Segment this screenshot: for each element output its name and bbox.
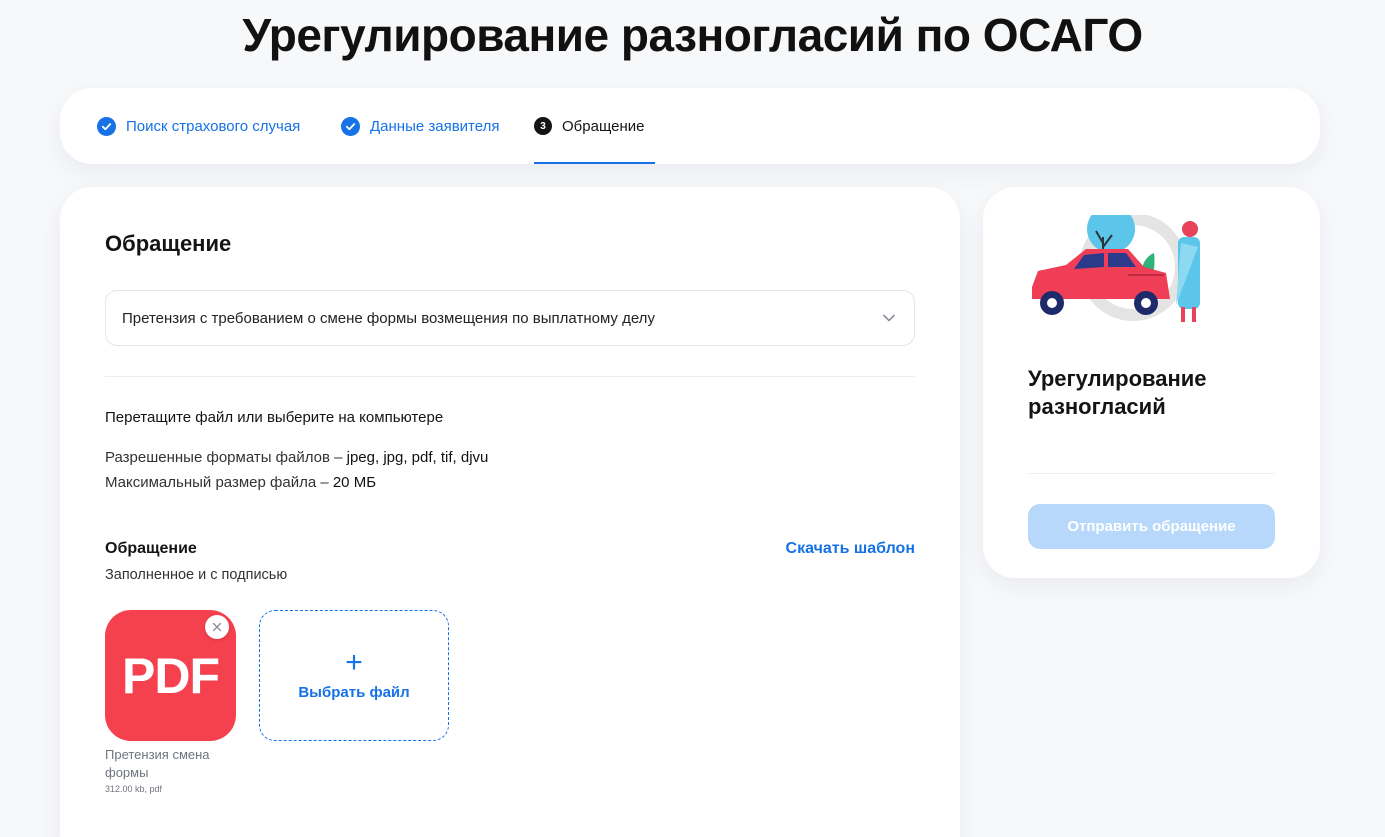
document-title: Обращение — [105, 540, 197, 557]
close-icon — [212, 622, 222, 632]
upload-hint: Перетащите файл или выберите на компьюте… — [105, 409, 444, 426]
stepper: Поиск страхового случая Данные заявителя… — [60, 88, 1320, 164]
chevron-down-icon — [882, 311, 896, 329]
check-circle-icon — [341, 116, 360, 136]
form-title: Обращение — [105, 231, 232, 256]
download-template-link[interactable]: Скачать шаблон — [786, 540, 915, 558]
choose-file-button[interactable]: + Выбрать файл — [259, 610, 449, 741]
page-title: Урегулирование разногласий по ОСАГО — [242, 9, 1143, 61]
remove-file-button[interactable] — [205, 615, 229, 639]
step-request[interactable]: 3 Обращение — [534, 88, 655, 164]
request-form-card: Обращение Претензия с требованием о смен… — [60, 187, 960, 837]
car-accident-illustration — [1028, 205, 1208, 335]
file-meta: 312.00 kb, pdf — [105, 784, 163, 794]
submit-request-button[interactable]: Отправить обращение — [1028, 504, 1275, 549]
max-size-label: Максимальный размер файла – — [105, 474, 333, 491]
summary-title: Урегулирование разногласий — [1028, 366, 1207, 419]
file-name: Претензия смена формы — [105, 747, 210, 780]
request-type-select[interactable]: Претензия с требованием о смене формы во… — [105, 290, 915, 346]
choose-file-label: Выбрать файл — [298, 684, 410, 701]
request-type-value: Претензия с требованием о смене формы во… — [122, 309, 655, 327]
summary-card: Урегулирование разногласий Отправить обр… — [983, 187, 1320, 578]
formats-label: Разрешенные форматы файлов – — [105, 449, 347, 466]
allowed-formats: Разрешенные форматы файлов – jpeg, jpg, … — [105, 449, 488, 466]
formats-value: jpeg, jpg, pdf, tif, djvu — [346, 449, 489, 466]
step-label: Данные заявителя — [370, 117, 500, 135]
max-file-size: Максимальный размер файла – 20 МБ — [105, 474, 376, 491]
max-size-value: 20 МБ — [332, 474, 377, 491]
step-applicant-data[interactable]: Данные заявителя — [341, 88, 499, 164]
step-label: Обращение — [562, 117, 645, 135]
plus-icon: + — [345, 646, 363, 679]
check-circle-icon — [97, 116, 116, 136]
divider — [105, 376, 915, 377]
divider — [1028, 473, 1275, 474]
step-number-badge: 3 — [534, 117, 552, 135]
step-incident-search[interactable]: Поиск страхового случая — [97, 88, 300, 164]
document-subtitle: Заполненное и с подписью — [105, 567, 288, 583]
step-label: Поиск страхового случая — [126, 117, 301, 135]
